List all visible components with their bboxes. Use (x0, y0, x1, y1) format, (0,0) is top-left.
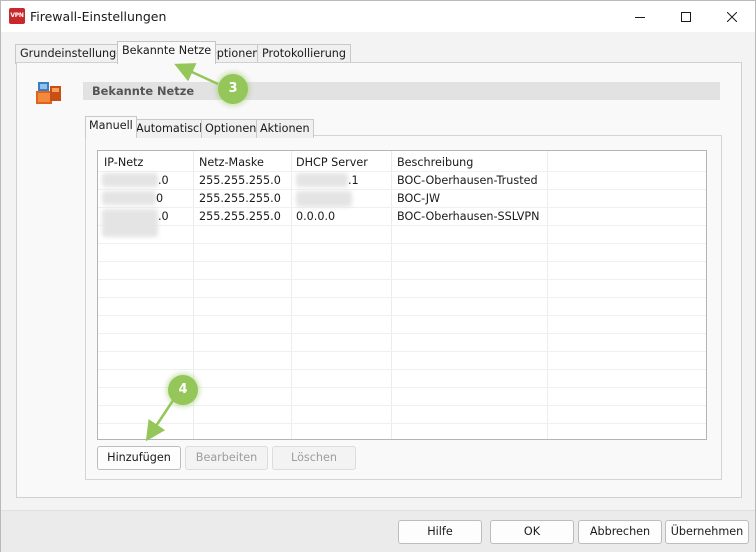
column-divider (391, 151, 392, 439)
tab-protokollierung[interactable]: Protokollierung (257, 44, 351, 64)
tab-automatisch[interactable]: Automatisch (132, 119, 211, 138)
redacted-dhcp (296, 191, 352, 207)
tab-manuell[interactable]: Manuell (85, 116, 137, 138)
close-button[interactable] (709, 1, 755, 32)
column-header-mask[interactable]: Netz-Maske (199, 156, 264, 169)
column-header-ip[interactable]: IP-Netz (104, 156, 143, 169)
cell-dhcp: .1 (348, 174, 359, 187)
close-icon (727, 11, 737, 22)
callout-badge-3: 3 (218, 74, 248, 104)
window-title: Firewall-Einstellungen (30, 9, 167, 24)
apply-button[interactable]: Übernehmen (665, 520, 749, 544)
add-button[interactable]: Hinzufügen (97, 446, 181, 470)
cell-ip: 0 (156, 192, 164, 205)
cell-description: BOC-Oberhausen-Trusted (397, 174, 538, 187)
section-title: Bekannte Netze (92, 84, 195, 98)
column-header-description[interactable]: Beschreibung (397, 156, 473, 169)
tab-inner-optionen[interactable]: Optionen (201, 119, 261, 138)
delete-button[interactable]: Löschen (272, 446, 356, 470)
network-icon (36, 82, 61, 104)
minimize-button[interactable] (617, 1, 663, 32)
tab-bekannte-netze[interactable]: Bekannte Netze (117, 41, 217, 64)
firewall-settings-window: VPN Firewall-Einstellungen Grundeinstell… (0, 0, 756, 552)
tab-aktionen[interactable]: Aktionen (256, 119, 314, 138)
ok-button[interactable]: OK (490, 520, 574, 544)
minimize-icon (635, 16, 645, 18)
cancel-button[interactable]: Abbrechen (578, 520, 662, 544)
cell-description: BOC-Oberhausen-SSLVPN (397, 210, 540, 223)
maximize-icon (681, 11, 691, 22)
vpn-app-icon: VPN (9, 8, 25, 24)
column-header-dhcp[interactable]: DHCP Server (296, 156, 368, 169)
cell-description: BOC-JW (397, 192, 441, 205)
column-divider (291, 151, 292, 439)
cell-mask: 255.255.255.0 (199, 174, 281, 187)
title-bar: VPN Firewall-Einstellungen (1, 1, 755, 32)
help-button[interactable]: Hilfe (398, 520, 482, 544)
maximize-button[interactable] (663, 1, 709, 32)
cell-dhcp: 0.0.0.0 (296, 210, 336, 223)
redacted-ip (102, 191, 156, 205)
cell-ip: .0 (158, 210, 169, 223)
column-divider (547, 151, 548, 439)
cell-mask: 255.255.255.0 (199, 192, 281, 205)
callout-badge-4: 4 (168, 375, 198, 405)
cell-ip: .0 (158, 174, 169, 187)
redacted-dhcp (296, 173, 348, 187)
redacted-ip (102, 209, 158, 237)
redacted-ip (102, 173, 158, 187)
cell-mask: 255.255.255.0 (199, 210, 281, 223)
edit-button[interactable]: Bearbeiten (185, 446, 268, 470)
